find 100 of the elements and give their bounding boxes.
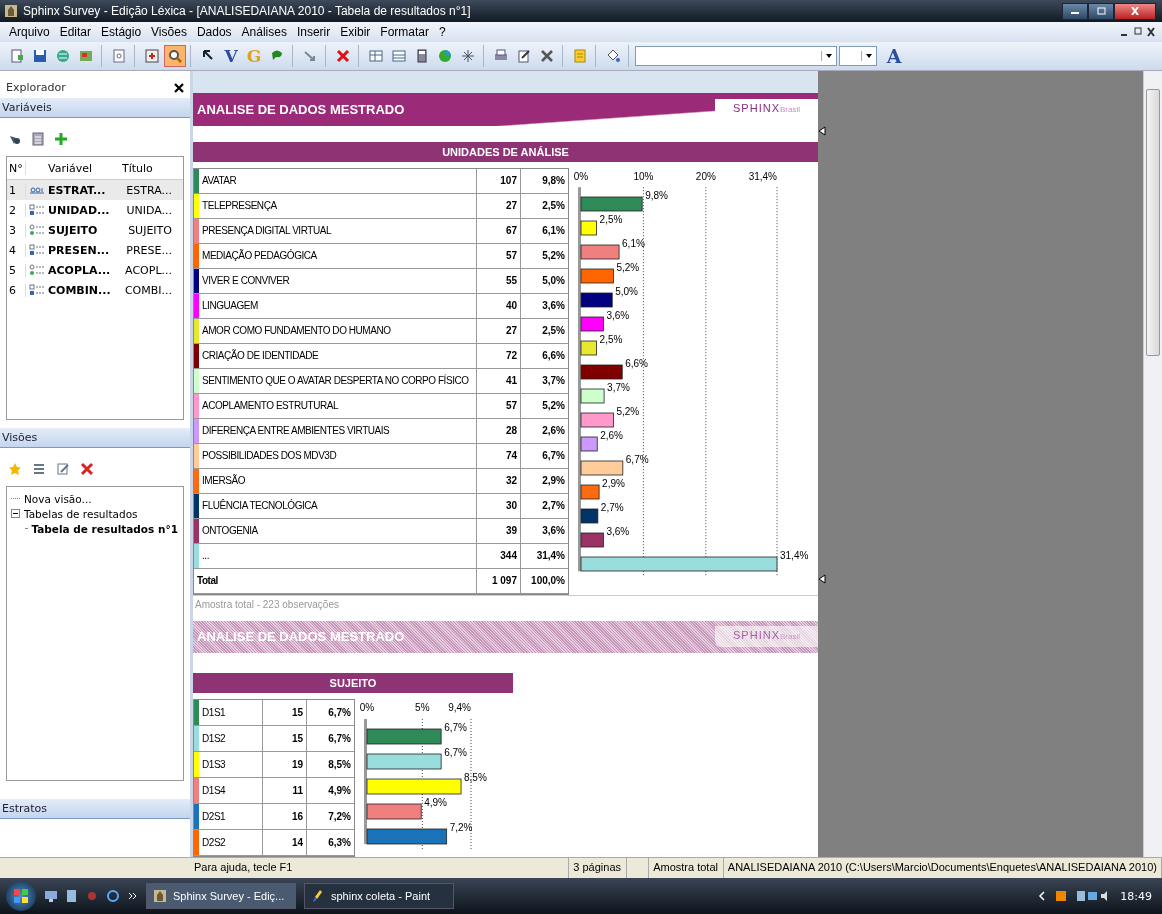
close-icon[interactable]	[174, 82, 184, 93]
menu-item[interactable]: Análises	[236, 25, 292, 39]
section-header[interactable]: Visões	[0, 428, 190, 448]
document-icon	[572, 48, 588, 64]
category-label: POSSIBILIDADES DOS MDV3D	[199, 443, 477, 468]
count-cell: 15	[263, 726, 307, 751]
bar-value-label: 2,6%	[600, 429, 624, 441]
category-label: LINGUAGEM	[199, 293, 477, 318]
document-window-controls-icon[interactable]	[1120, 27, 1156, 37]
edit-icon[interactable]	[56, 462, 70, 476]
category-label: DIFERENÇA ENTRE AMBIENTES VIRTUAIS	[199, 418, 477, 443]
font-dropdown[interactable]	[635, 46, 837, 66]
calculator-icon[interactable]	[32, 132, 44, 146]
variable-row[interactable]: 6 COMBIN... COMBI...	[7, 280, 183, 300]
chevron-icon[interactable]	[128, 891, 138, 901]
count-cell: 14	[263, 830, 307, 855]
list-icon[interactable]	[32, 462, 46, 476]
vertical-scrollbar[interactable]	[1143, 71, 1162, 857]
variable-number: 6	[7, 283, 26, 297]
taskbar-button[interactable]: Sphinx Survey - Ediç...	[146, 883, 296, 909]
paint-brush-icon	[311, 889, 325, 903]
delete-icon[interactable]	[80, 462, 94, 476]
variable-number: 4	[7, 243, 26, 257]
count-cell: 19	[263, 752, 307, 777]
variable-row[interactable]: 2 UNIDAD... UNIDA...	[7, 200, 183, 220]
category-label: ...	[199, 543, 477, 568]
tree-item[interactable]: Tabela de resultados n°1	[30, 522, 179, 535]
font-button[interactable]: A	[883, 45, 905, 67]
taskbar-button[interactable]: sphinx coleta - Paint	[304, 883, 454, 909]
column-header[interactable]: N°	[7, 161, 26, 175]
tree-item[interactable]: Tabelas de resultados	[23, 507, 139, 520]
count-cell: 30	[477, 493, 521, 518]
variable-row[interactable]: 4 PRESEN... PRESE...	[7, 240, 183, 260]
column-header[interactable]: Variável	[48, 161, 116, 175]
bar-value-label: 9,8%	[645, 189, 668, 201]
chevron-left-icon[interactable]	[1038, 891, 1047, 901]
toolbar-button[interactable]	[164, 45, 186, 67]
tray-app-icon[interactable]	[1054, 889, 1069, 903]
minimize-button[interactable]	[1062, 2, 1088, 20]
report-heading: ANALISE DE DADOS MESTRADO	[197, 629, 405, 645]
variable-row[interactable]: 3 SUJEITO SUJEITO	[7, 220, 183, 240]
maximize-button[interactable]	[1088, 2, 1114, 20]
tree-item[interactable]: Nova visão...	[23, 492, 93, 505]
menu-item[interactable]: Visões	[146, 25, 192, 39]
column-header[interactable]: Título	[116, 161, 180, 175]
variable-title: SUJEITO	[127, 223, 173, 237]
percent-cell-text: 5,0%	[541, 274, 566, 288]
star-icon[interactable]	[8, 462, 22, 476]
start-button[interactable]	[6, 881, 36, 911]
count-cell: 41	[477, 368, 521, 393]
percent-cell-text: 2,9%	[541, 474, 566, 488]
variable-title: ACOPL...	[124, 263, 173, 277]
section-header[interactable]: Variáveis	[0, 98, 190, 118]
scrollbar-thumb[interactable]	[1146, 89, 1160, 356]
bar	[580, 316, 604, 331]
variable-name: SUJEITO	[48, 223, 99, 237]
collapse-icon[interactable]	[11, 509, 20, 518]
menu-item[interactable]: Exibir	[335, 25, 376, 39]
count-cell: 39	[477, 518, 521, 543]
menu-item[interactable]: Formatar	[375, 25, 434, 39]
sphinx-app-icon	[4, 4, 18, 18]
menu-item[interactable]: Arquivo	[4, 25, 55, 39]
percent-cell-text: 8,5%	[327, 758, 352, 772]
variable-number: 3	[7, 223, 26, 237]
browser-icon[interactable]	[106, 889, 120, 903]
percent-cell-text: 9,8%	[541, 174, 566, 188]
category-label: SENTIMENTO QUE O AVATAR DESPERTA NO CORPO FÍSICO	[199, 368, 477, 393]
count-cell: 57	[477, 243, 521, 268]
bar-value-label: 6,7%	[444, 747, 467, 758]
close-button[interactable]	[1114, 2, 1156, 20]
window-switch-icon[interactable]	[66, 889, 78, 903]
percent-cell-text: 6,7%	[327, 732, 352, 746]
add-icon[interactable]	[54, 132, 68, 146]
bar-value-label: 6,6%	[625, 357, 648, 369]
menu-item[interactable]: Inserir	[291, 25, 336, 39]
menu-item[interactable]: Estágio	[96, 25, 147, 39]
new-file-icon	[9, 48, 25, 64]
menu-item[interactable]: Editar	[54, 25, 97, 39]
bar-value-label: 3,6%	[606, 525, 630, 537]
size-dropdown[interactable]	[839, 46, 877, 66]
axis-tick-label: 0%	[573, 170, 589, 182]
pie-icon	[437, 48, 453, 64]
table-title: UNIDADES DE ANÁLISE	[193, 141, 818, 162]
percent-cell-text: 3,6%	[541, 299, 566, 313]
variable-row[interactable]: 5 ACOPLA... ACOPL...	[7, 260, 183, 280]
asterisk-icon	[460, 48, 476, 64]
category-label: CRIAÇÃO DE IDENTIDADE	[199, 343, 477, 368]
variable-name: COMBIN...	[48, 283, 112, 297]
menu-item[interactable]: Dados	[191, 25, 237, 39]
variable-name: UNIDAD...	[48, 203, 111, 217]
window-title: Sphinx Survey - Edição Léxica - [ANALISEDAIANA 2010 - Tabela de resultados n°1]	[23, 4, 471, 18]
desktop-icon[interactable]	[44, 889, 58, 903]
count-cell: 27	[477, 193, 521, 218]
variable-row[interactable]: 1 ESTRAT... ESTRA...	[7, 180, 183, 200]
menu-item[interactable]: ?	[434, 25, 451, 39]
percent-cell-text: 2,5%	[541, 199, 566, 213]
section-header[interactable]: Estratos	[0, 799, 190, 819]
count-cell: 57	[477, 393, 521, 418]
percent-cell-text: 5,2%	[541, 249, 566, 263]
toolbar-button[interactable]: V	[220, 45, 242, 67]
